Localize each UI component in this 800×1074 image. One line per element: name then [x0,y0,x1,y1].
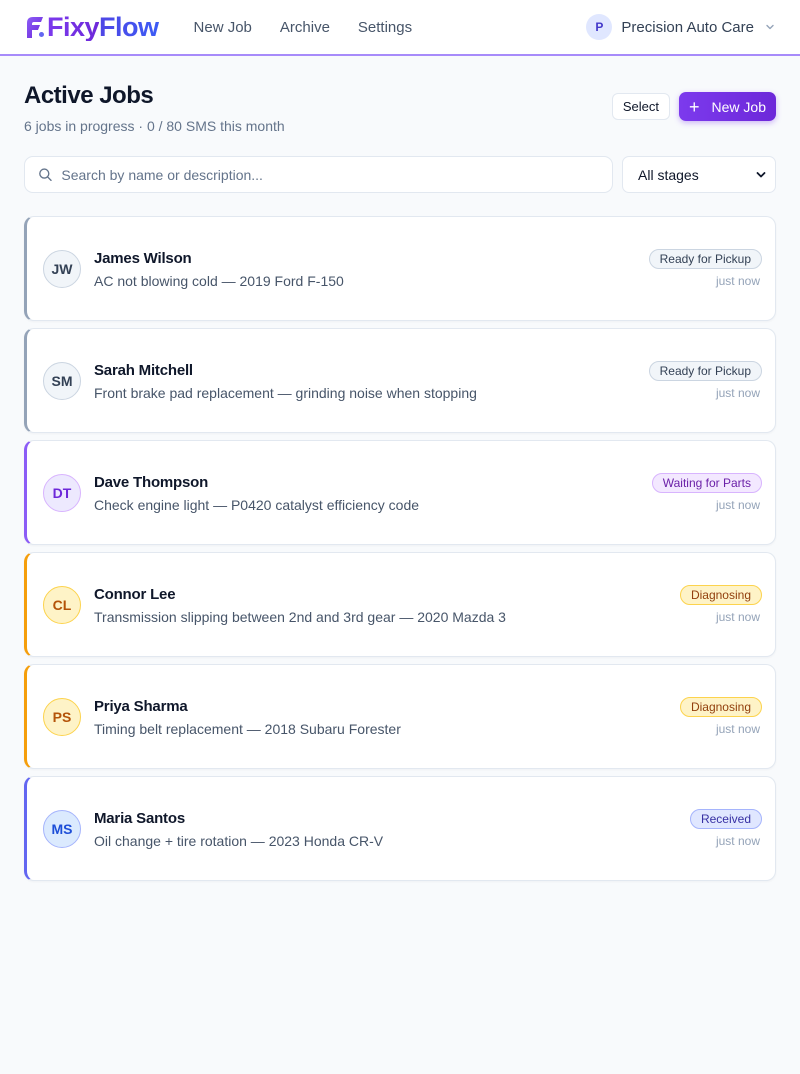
customer-name: Connor Lee [94,586,176,603]
job-card[interactable]: CL Connor Lee Transmission slipping betw… [24,552,776,657]
job-description: Front brake pad replacement — grinding n… [94,385,477,401]
logo-text-flow: Flow [99,11,159,42]
top-nav-bar: Fixy Flow New Job Archive Settings P Prec… [0,0,800,56]
stage-filter-select[interactable]: All stages [622,156,776,193]
nav-new-job[interactable]: New Job [194,19,252,36]
job-description: Check engine light — P0420 catalyst effi… [94,497,420,513]
job-description: AC not blowing cold — 2019 Ford F-150 [94,273,344,289]
logo-f-icon [27,17,44,38]
job-timestamp: just now [715,498,760,512]
customer-name: Maria Santos [94,810,185,827]
select-button[interactable]: Select [611,93,671,120]
customer-name: Dave Thompson [94,474,209,491]
customer-name: Sarah Mitchell [94,362,193,379]
status-badge: Diagnosing [679,585,762,605]
job-card[interactable]: MS Maria Santos Oil change + tire rotati… [24,776,776,881]
status-badge: Ready for Pickup [648,249,762,269]
nav-archive[interactable]: Archive [280,19,330,36]
customer-avatar: JW [43,250,81,288]
job-timestamp: just now [715,722,760,736]
stage-filter-value: All stages [638,166,699,183]
customer-avatar: DT [43,474,81,512]
job-description: Timing belt replacement — 2018 Subaru Fo… [94,721,401,737]
job-card[interactable]: JW James Wilson AC not blowing cold — 20… [24,216,776,321]
customer-avatar: SM [43,362,81,400]
job-timestamp: just now [715,274,760,288]
job-list: JW James Wilson AC not blowing cold — 20… [24,216,776,888]
status-badge: Waiting for Parts [651,473,762,493]
job-timestamp: just now [715,834,760,848]
page-header: Active Jobs 6 jobs in progress · 0 / 80 … [24,82,776,134]
logo-text-fixy: Fixy [47,11,100,42]
new-job-button-label: New Job [711,98,766,115]
status-badge: Ready for Pickup [648,361,762,381]
search-icon [39,168,52,182]
job-description: Oil change + tire rotation — 2023 Honda … [94,833,384,849]
customer-avatar: CL [43,586,81,624]
job-card[interactable]: SM Sarah Mitchell Front brake pad replac… [24,328,776,433]
header-actions: Select + New Job [611,92,776,121]
job-card[interactable]: PS Priya Sharma Timing belt replacement … [24,664,776,769]
job-timestamp: just now [715,386,760,400]
status-badge: Diagnosing [679,697,762,717]
new-job-button[interactable]: + New Job [679,92,776,121]
filter-row: All stages [24,156,776,193]
fixyflow-logo[interactable]: Fixy Flow [24,11,159,42]
main-nav: New Job Archive Settings [194,19,441,36]
customer-avatar: MS [43,810,81,848]
job-timestamp: just now [715,610,760,624]
plus-icon: + [689,96,700,117]
search-input[interactable] [61,166,612,183]
chevron-down-icon [756,171,766,177]
customer-name: James Wilson [94,250,192,267]
customer-avatar: PS [43,698,81,736]
job-card[interactable]: DT Dave Thompson Check engine light — P0… [24,440,776,545]
search-box[interactable] [24,156,613,193]
job-description: Transmission slipping between 2nd and 3r… [94,609,506,625]
nav-settings[interactable]: Settings [358,19,412,36]
account-name: Precision Auto Care [621,18,754,36]
status-badge: Received [689,809,762,829]
chevron-down-icon [766,24,774,30]
account-menu[interactable]: P Precision Auto Care [586,14,776,40]
customer-name: Priya Sharma [94,698,188,715]
account-avatar: P [586,14,613,40]
